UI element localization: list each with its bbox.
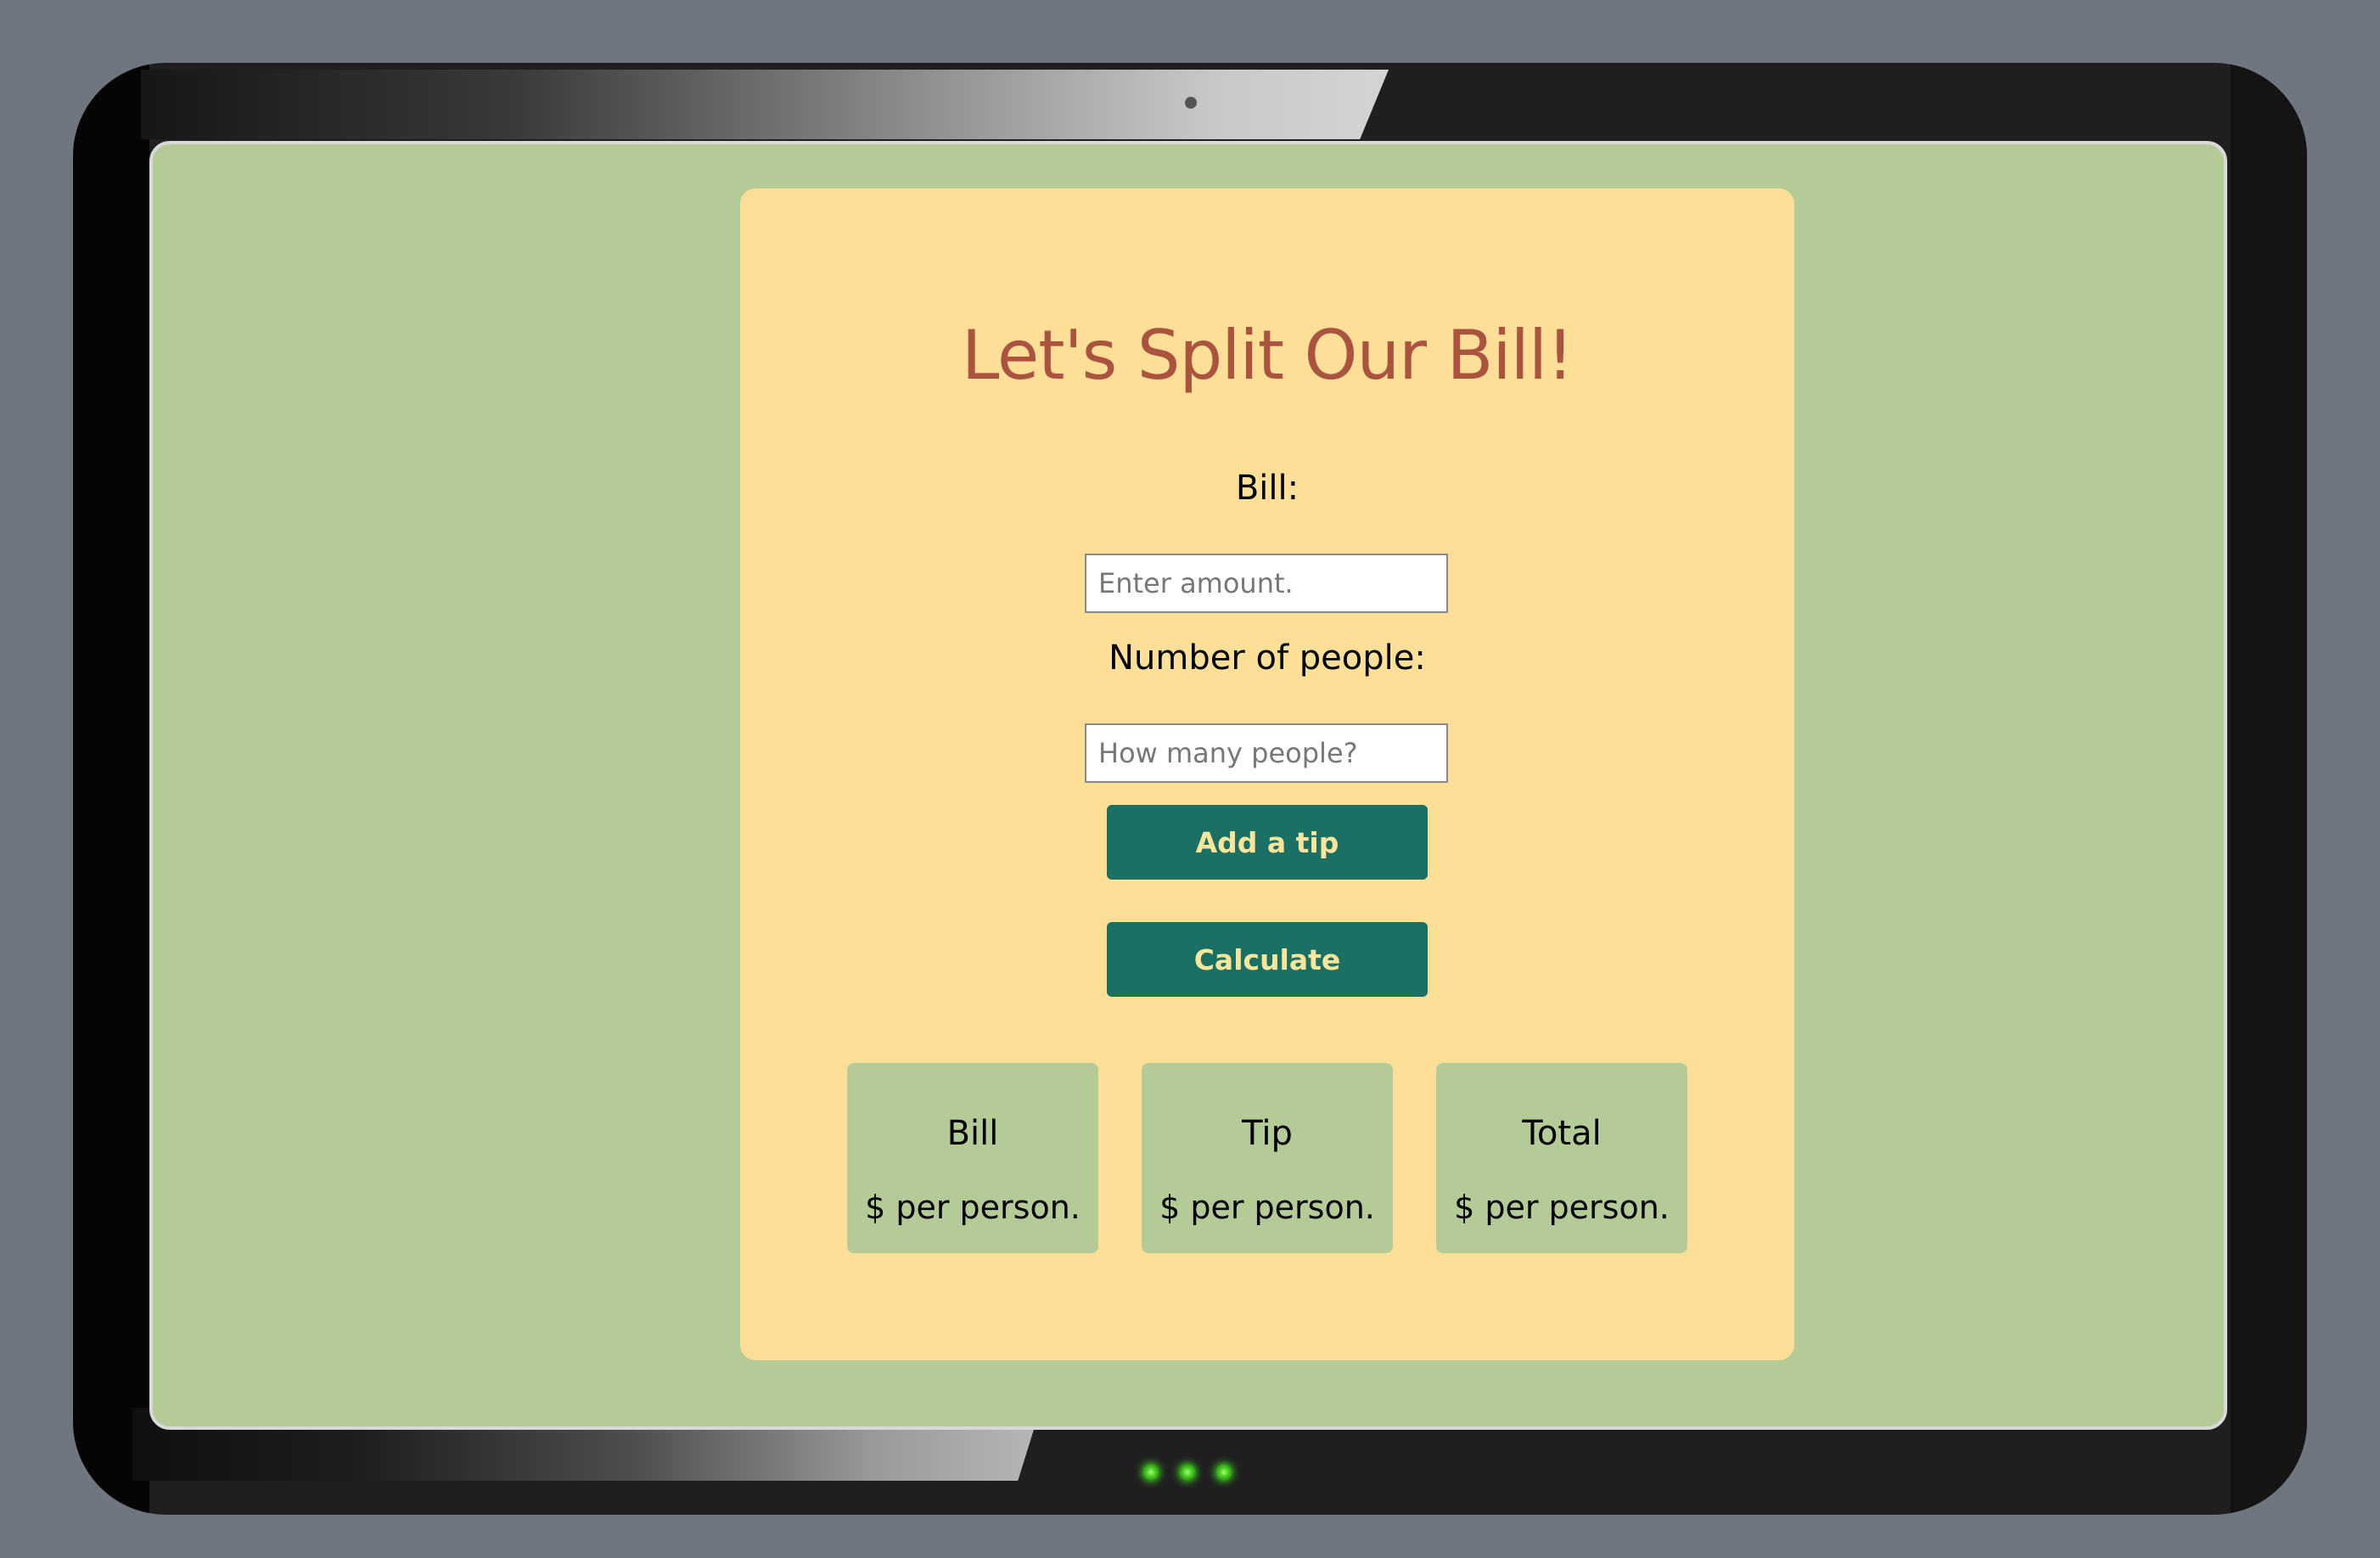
result-title: Total: [1522, 1114, 1602, 1153]
result-title: Bill: [946, 1114, 999, 1153]
device-screen: Let's Split Our Bill! Bill: Number of pe…: [149, 141, 2227, 1430]
camera-icon: [1185, 97, 1197, 109]
tablet-device-frame: Let's Split Our Bill! Bill: Number of pe…: [73, 63, 2307, 1515]
bill-splitter-card: Let's Split Our Bill! Bill: Number of pe…: [740, 188, 1794, 1360]
status-light-icon: [1142, 1464, 1159, 1481]
result-title: Tip: [1242, 1114, 1293, 1153]
result-value: $ per person.: [865, 1189, 1081, 1226]
people-count-input[interactable]: [1085, 723, 1448, 783]
status-light-icon: [1179, 1464, 1196, 1481]
bill-result-box: Bill $ per person.: [847, 1063, 1098, 1253]
total-result-box: Total $ per person.: [1436, 1063, 1687, 1253]
page-title: Let's Split Our Bill!: [961, 316, 1574, 395]
bill-amount-input[interactable]: [1085, 554, 1448, 613]
tip-result-box: Tip $ per person.: [1142, 1063, 1393, 1253]
bill-label: Bill:: [1235, 469, 1299, 508]
result-value: $ per person.: [1454, 1189, 1670, 1226]
frame-top-glare: [141, 70, 1389, 139]
add-tip-button[interactable]: Add a tip: [1107, 805, 1428, 880]
people-label: Number of people:: [1109, 638, 1426, 678]
frame-right-shade: [2231, 63, 2307, 1515]
calculate-button[interactable]: Calculate: [1107, 922, 1428, 997]
frame-left-shade: [73, 63, 149, 1515]
result-value: $ per person.: [1159, 1189, 1375, 1226]
status-light-icon: [1215, 1464, 1232, 1481]
